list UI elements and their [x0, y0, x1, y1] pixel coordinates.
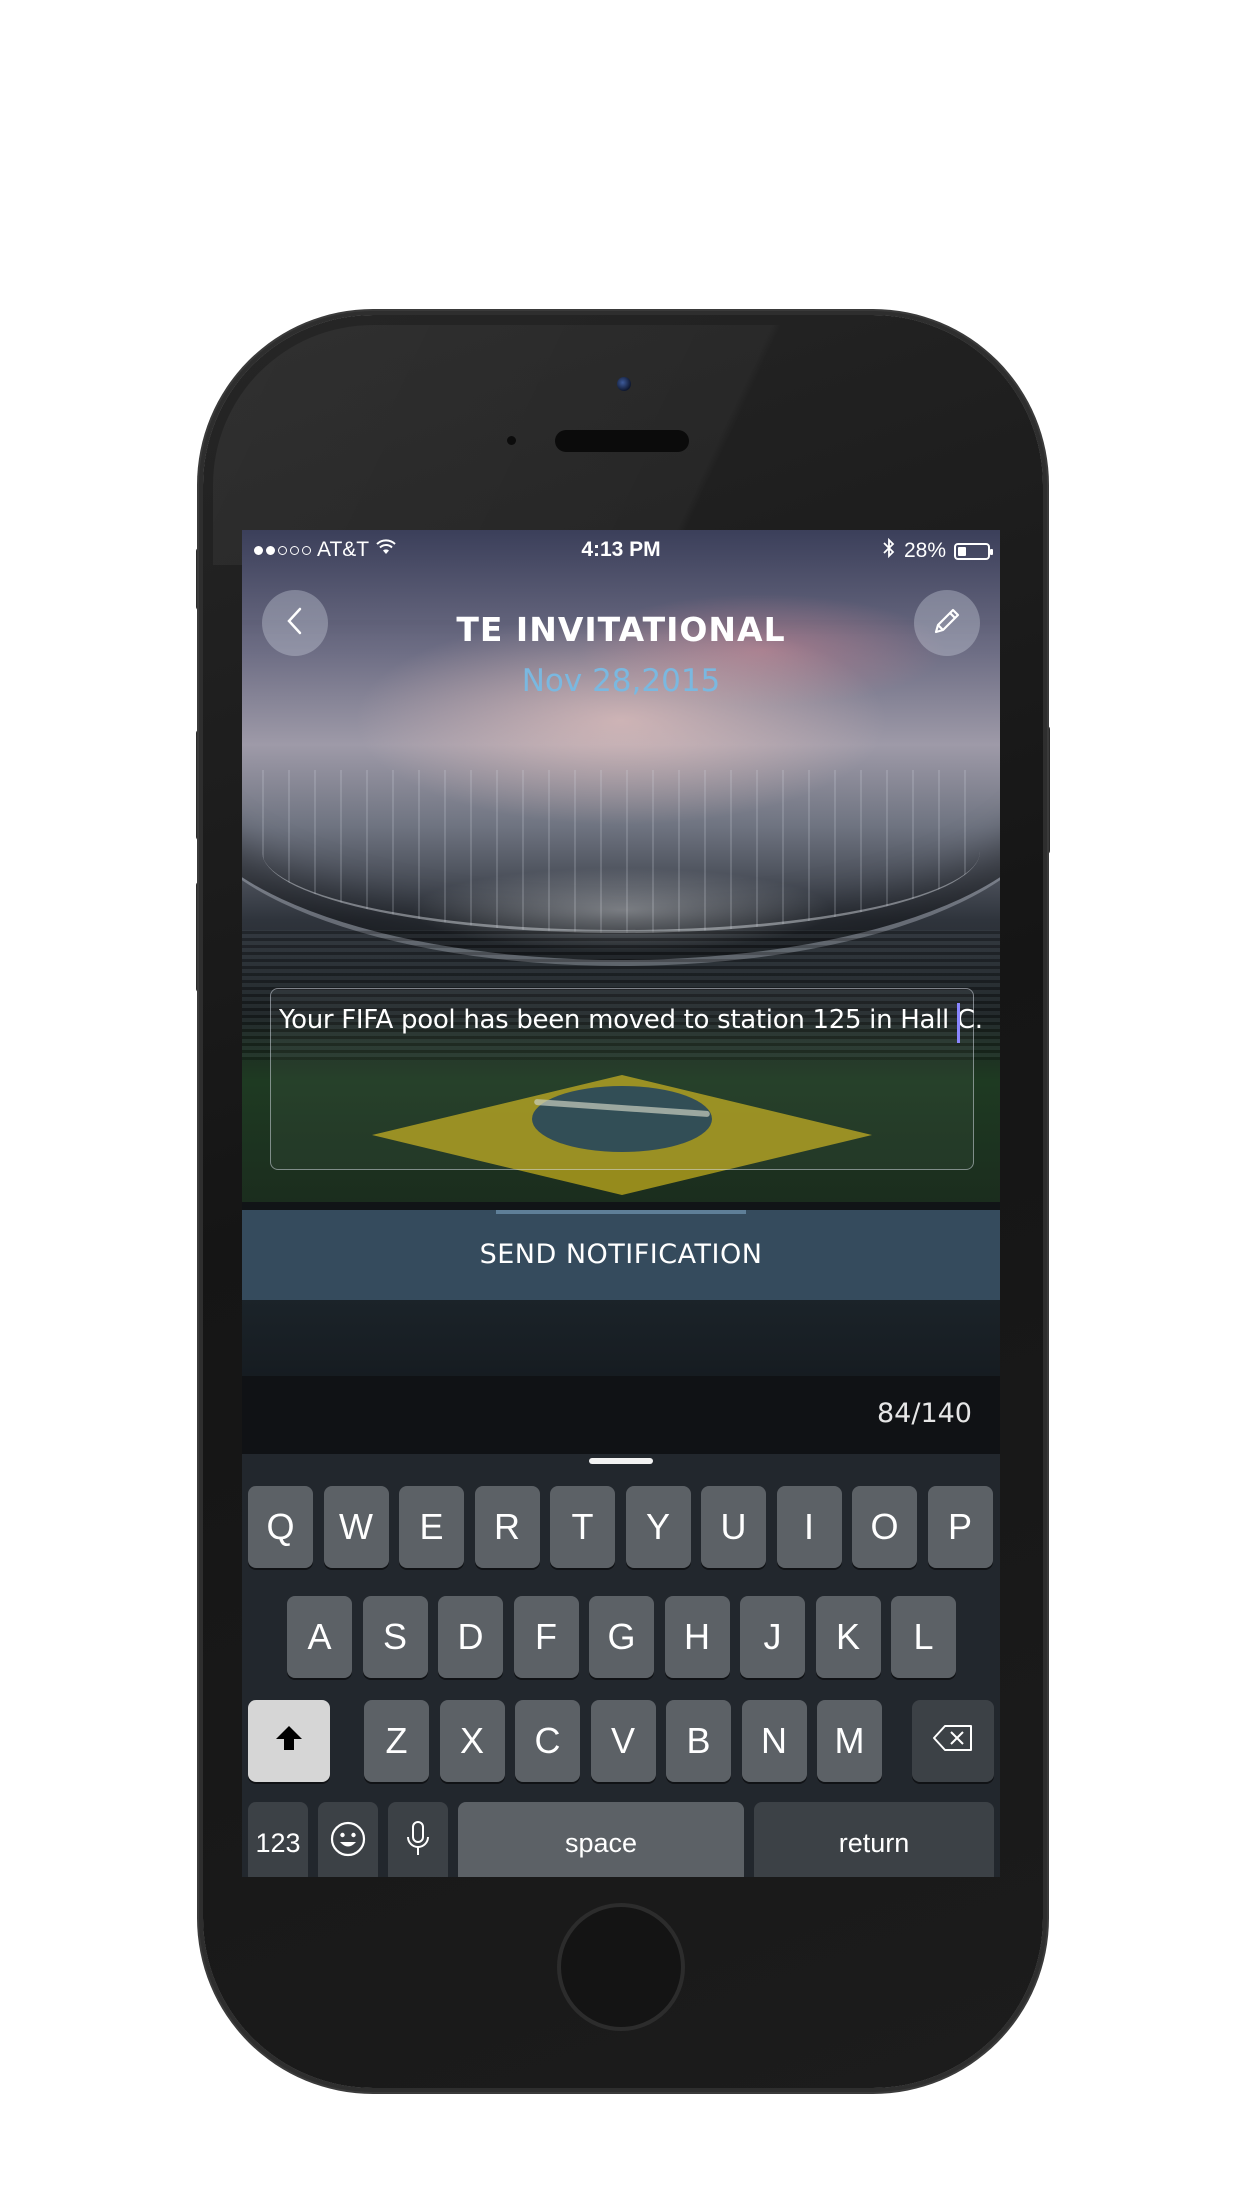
- numbers-key[interactable]: 123: [248, 1802, 308, 1877]
- event-date: Nov 28,2015: [521, 663, 721, 699]
- character-counter-row: 84/140: [242, 1376, 1000, 1454]
- return-key[interactable]: return: [754, 1802, 994, 1877]
- power-button: [1042, 726, 1050, 854]
- keyboard-handle[interactable]: [589, 1458, 653, 1464]
- key-r[interactable]: R: [474, 1486, 540, 1568]
- screen: AT&T 4:13 PM 28% TE INVITATIONAL Nov 28,…: [242, 530, 1000, 1877]
- status-right: 28%: [882, 537, 993, 564]
- spacer-strip: [242, 1300, 1000, 1376]
- key-p[interactable]: P: [927, 1486, 993, 1568]
- space-key[interactable]: space: [458, 1802, 744, 1877]
- key-g[interactable]: G: [589, 1596, 654, 1678]
- key-l[interactable]: L: [891, 1596, 956, 1678]
- key-t[interactable]: T: [550, 1486, 615, 1568]
- pencil-icon: [930, 604, 964, 642]
- stage: AT&T 4:13 PM 28% TE INVITATIONAL Nov 28,…: [0, 0, 1242, 2208]
- proximity-sensor: [507, 436, 516, 445]
- key-f[interactable]: F: [513, 1596, 579, 1678]
- key-i[interactable]: I: [776, 1486, 842, 1568]
- character-counter: 84/140: [877, 1398, 972, 1429]
- key-o[interactable]: O: [852, 1486, 917, 1568]
- key-h[interactable]: H: [664, 1596, 730, 1678]
- microphone-icon: [405, 1819, 431, 1868]
- key-a[interactable]: A: [287, 1596, 352, 1678]
- status-bar: AT&T 4:13 PM 28%: [242, 530, 1000, 570]
- dictation-key[interactable]: [388, 1802, 448, 1877]
- home-button[interactable]: [557, 1903, 685, 2031]
- earpiece-speaker: [555, 430, 689, 452]
- key-m[interactable]: M: [817, 1700, 882, 1782]
- send-progress-line: [496, 1210, 746, 1214]
- key-k[interactable]: K: [815, 1596, 881, 1678]
- shift-arrow-icon: [274, 1720, 304, 1762]
- battery-icon: [954, 542, 993, 560]
- key-d[interactable]: D: [438, 1596, 503, 1678]
- delete-key[interactable]: [912, 1700, 994, 1782]
- key-v[interactable]: V: [590, 1700, 656, 1782]
- key-z[interactable]: Z: [364, 1700, 429, 1782]
- key-q[interactable]: Q: [248, 1486, 313, 1568]
- battery-percent: 28%: [903, 539, 946, 562]
- front-camera: [617, 377, 631, 391]
- page-title: TE INVITATIONAL: [456, 610, 786, 649]
- key-n[interactable]: N: [741, 1700, 807, 1782]
- key-x[interactable]: X: [439, 1700, 505, 1782]
- message-text: Your FIFA pool has been moved to station…: [279, 1005, 983, 1035]
- key-y[interactable]: Y: [625, 1486, 691, 1568]
- backspace-icon: [931, 1720, 975, 1762]
- key-j[interactable]: J: [740, 1596, 805, 1678]
- shift-key[interactable]: [248, 1700, 330, 1782]
- message-textarea[interactable]: Your FIFA pool has been moved to station…: [270, 988, 983, 1170]
- key-u[interactable]: U: [701, 1486, 766, 1568]
- emoji-icon: [329, 1820, 367, 1867]
- key-b[interactable]: B: [666, 1700, 731, 1782]
- edit-button[interactable]: [914, 590, 980, 656]
- emoji-key[interactable]: [318, 1802, 378, 1877]
- text-caret: [957, 1003, 960, 1043]
- battery-fill: [958, 546, 966, 556]
- send-notification-button[interactable]: SEND NOTIFICATION: [242, 1210, 1000, 1300]
- key-c[interactable]: C: [515, 1700, 580, 1782]
- key-s[interactable]: S: [362, 1596, 428, 1678]
- send-notification-label: SEND NOTIFICATION: [479, 1239, 763, 1270]
- stadium-ring: [262, 770, 980, 933]
- bluetooth-icon: [882, 537, 896, 564]
- key-w[interactable]: W: [323, 1486, 389, 1568]
- keyboard: 123 space return Q W E R T Y U I O P A S…: [242, 1454, 1000, 1877]
- stadium-lights: [302, 860, 942, 970]
- key-e[interactable]: E: [399, 1486, 464, 1568]
